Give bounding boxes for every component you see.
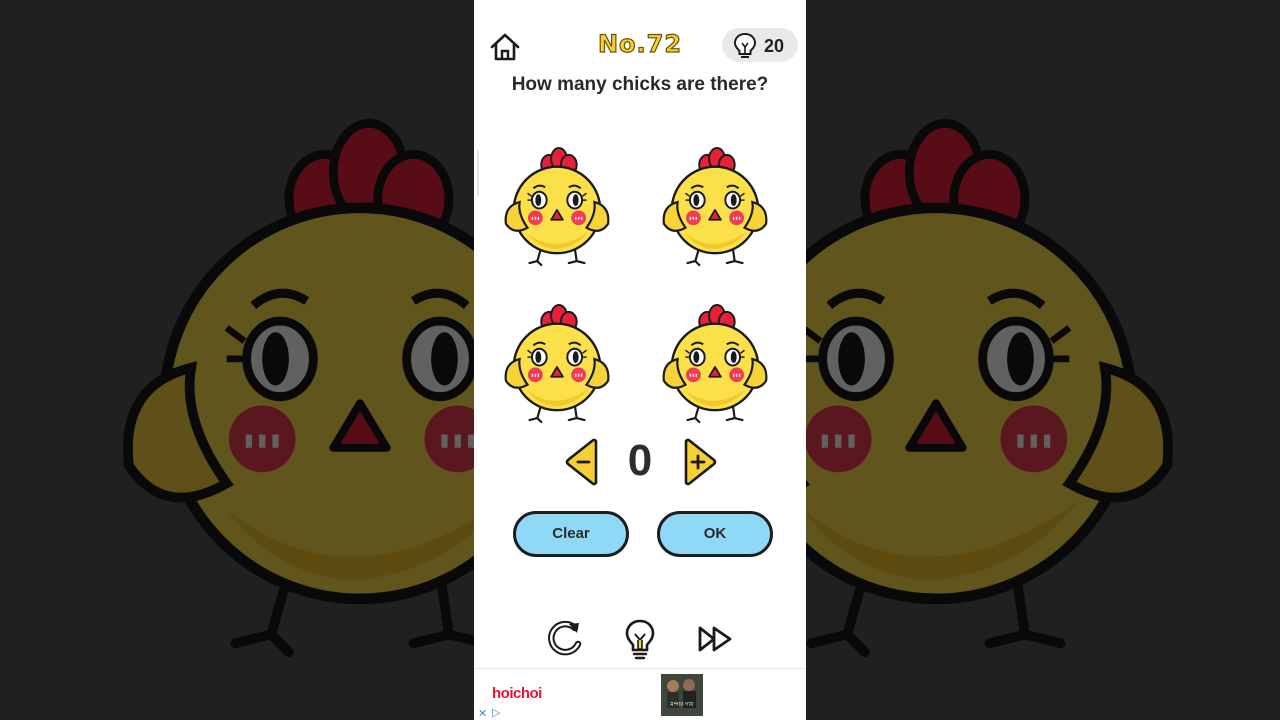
background-right xyxy=(806,0,1280,720)
clear-button[interactable]: Clear xyxy=(513,511,629,557)
restart-icon xyxy=(548,620,582,656)
ad-close-icon[interactable]: ✕ xyxy=(478,707,487,720)
ad-banner[interactable]: hoichoi মন্দার দায় ✕ ▷ xyxy=(474,668,806,720)
background-left xyxy=(0,0,474,720)
ad-choices-icon[interactable]: ▷ xyxy=(492,706,500,719)
chick-3[interactable] xyxy=(498,301,616,427)
fast-forward-icon xyxy=(698,626,732,652)
decrement-button[interactable] xyxy=(564,438,604,486)
minus-arrow-icon xyxy=(565,438,598,486)
chick-4[interactable] xyxy=(656,301,774,427)
lightbulb-icon xyxy=(733,32,757,58)
ad-brand-logo[interactable]: hoichoi xyxy=(492,685,542,702)
question-text: How many chicks are there? xyxy=(511,74,769,95)
skip-button[interactable] xyxy=(696,618,736,660)
ok-button[interactable]: OK xyxy=(657,511,773,557)
chick-2[interactable] xyxy=(656,144,774,270)
plus-arrow-icon xyxy=(684,438,717,486)
game-screen: No.72 20 How many chicks are there? 0 Cl… xyxy=(474,0,806,720)
ad-thumbnail[interactable]: মন্দার দায় xyxy=(661,674,703,716)
chick-1[interactable] xyxy=(498,144,616,270)
lightbulb-icon xyxy=(625,619,655,660)
edge-handle xyxy=(477,150,479,196)
count-value: 0 xyxy=(627,436,653,485)
hint-button[interactable] xyxy=(620,618,660,660)
hint-counter-button[interactable]: 20 xyxy=(722,28,798,62)
restart-button[interactable] xyxy=(545,618,585,660)
ad-thumb-title: মন্দার দায় xyxy=(670,702,694,708)
hint-count: 20 xyxy=(764,36,785,56)
increment-button[interactable] xyxy=(678,438,718,486)
